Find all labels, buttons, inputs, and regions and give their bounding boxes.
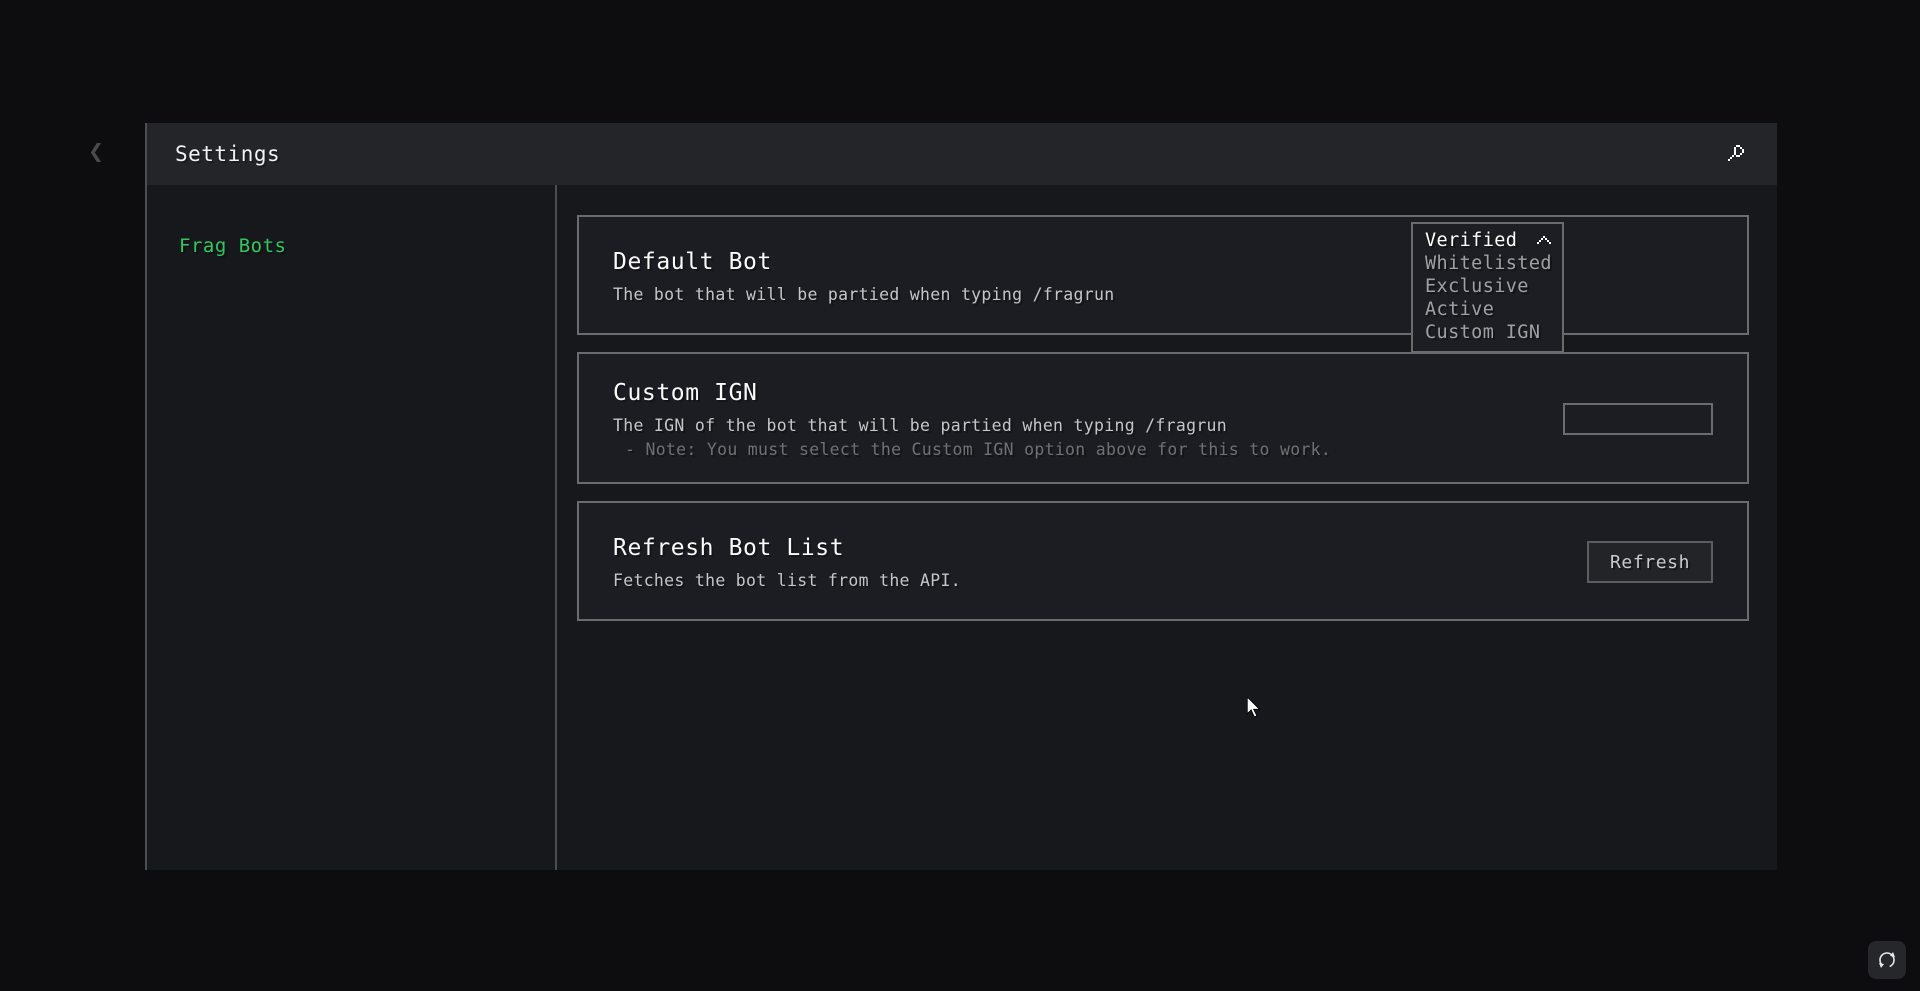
setting-title: Refresh Bot List: [613, 534, 845, 561]
settings-content: Default Bot The bot that will be partied…: [557, 185, 1777, 870]
refresh-control-slot: Refresh: [1587, 541, 1713, 583]
dropdown-option-label: Custom IGN: [1425, 322, 1541, 343]
dropdown-option-label: Exclusive: [1425, 276, 1529, 297]
window-titlebar: Settings: [147, 123, 1777, 185]
setting-description: The IGN of the bot that will be partied …: [613, 415, 1228, 435]
search-icon: [1728, 145, 1744, 161]
chevron-left-icon: ❮: [88, 137, 104, 167]
dropdown-option-verified[interactable]: Verified: [1413, 229, 1562, 252]
default-bot-dropdown-menu: Verified Whitelisted Exclusive Active Cu…: [1411, 222, 1564, 353]
setting-note: - Note: You must select the Custom IGN o…: [625, 439, 1332, 459]
dropdown-option-label: Whitelisted: [1425, 253, 1552, 274]
setting-card-text: Custom IGN The IGN of the bot that will …: [613, 380, 1541, 459]
page-title: Settings: [175, 142, 281, 166]
setting-title: Custom IGN: [613, 379, 758, 406]
chevron-up-icon[interactable]: [1536, 235, 1552, 246]
custom-ign-input[interactable]: [1563, 403, 1713, 435]
refresh-status-badge[interactable]: [1868, 941, 1906, 979]
sidebar-item-label: Frag Bots: [179, 235, 287, 257]
search-button[interactable]: [1719, 137, 1753, 171]
dropdown-option-exclusive[interactable]: Exclusive: [1413, 275, 1562, 298]
dropdown-option-whitelisted[interactable]: Whitelisted: [1413, 252, 1562, 275]
setting-card-custom-ign: Custom IGN The IGN of the bot that will …: [577, 352, 1749, 484]
refresh-circle-icon: [1879, 952, 1895, 968]
dropdown-option-active[interactable]: Active: [1413, 298, 1562, 321]
setting-card-refresh-bot-list: Refresh Bot List Fetches the bot list fr…: [577, 501, 1749, 621]
sidebar: Frag Bots: [147, 185, 557, 870]
back-button[interactable]: ❮: [78, 134, 114, 170]
setting-card-default-bot: Default Bot The bot that will be partied…: [577, 215, 1749, 335]
setting-card-text: Refresh Bot List Fetches the bot list fr…: [613, 535, 1565, 590]
sidebar-item-frag-bots[interactable]: Frag Bots: [147, 231, 555, 261]
custom-ign-control-slot: [1563, 403, 1713, 435]
dropdown-option-label: Verified: [1425, 230, 1518, 251]
setting-description: Fetches the bot list from the API.: [613, 570, 961, 590]
screen-root: ❮ Settings Frag Bots Default Bot The bot…: [0, 0, 1920, 991]
dropdown-option-label: Active: [1425, 299, 1495, 320]
dropdown-option-custom-ign[interactable]: Custom IGN: [1413, 321, 1562, 344]
refresh-button[interactable]: Refresh: [1587, 541, 1713, 583]
